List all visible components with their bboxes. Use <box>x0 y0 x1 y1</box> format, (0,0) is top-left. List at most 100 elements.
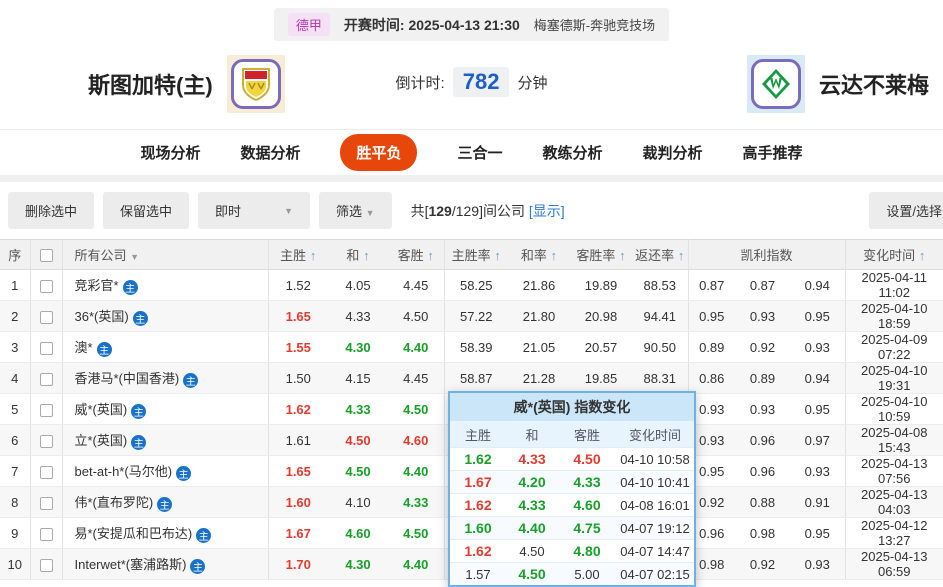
change-time: 2025-04-10 19:31 <box>845 362 943 394</box>
row-select-cell[interactable] <box>30 300 63 332</box>
row-checkbox[interactable] <box>39 465 53 479</box>
header-draw-rate[interactable]: 和率 ↑ <box>508 239 570 270</box>
draw-odds: 4.10 <box>328 486 388 518</box>
draw-rate: 21.86 <box>508 269 570 301</box>
change-time: 2025-04-11 11:02 <box>845 269 943 301</box>
draw-odds: 4.30 <box>328 548 388 580</box>
delete-selected-button[interactable]: 删除选中 <box>8 192 95 229</box>
row-checkbox[interactable] <box>39 527 53 541</box>
kelly-value: 0.98 <box>735 517 790 549</box>
tab[interactable]: 高手推荐 <box>743 142 803 163</box>
row-checkbox[interactable] <box>39 341 53 355</box>
kelly-value: 0.86 <box>688 362 735 394</box>
table-header-row: 序 所有公司 ▼ 主胜 ↑ 和 ↑ 客胜 ↑ 主胜率 ↑ 和率 ↑ 客胜率 ↑ … <box>0 239 943 270</box>
company-name[interactable]: 竞彩官* 主 <box>62 269 269 301</box>
row-index: 9 <box>0 517 31 549</box>
sort-asc-icon: ↑ <box>550 248 558 263</box>
company-name[interactable]: 澳* 主 <box>62 331 269 363</box>
popup-away-odds: 4.60 <box>573 497 601 513</box>
popup-change-time: 04-07 19:12 <box>620 520 690 536</box>
return-rate: 94.41 <box>632 300 689 332</box>
row-select-cell[interactable] <box>30 517 63 549</box>
settings-button[interactable]: 设置/选择 <box>869 192 943 229</box>
home-odds: 1.65 <box>268 300 328 332</box>
company-name[interactable]: Interwet*(塞浦路斯) 主 <box>62 548 269 580</box>
header-change-time[interactable]: 变化时间 ↑ <box>845 239 943 270</box>
away-team-name: 云达不莱梅 <box>818 73 929 98</box>
kelly-value: 0.93 <box>735 300 790 332</box>
sort-asc-icon: ↑ <box>918 248 926 263</box>
countdown-unit: 分钟 <box>517 74 548 92</box>
return-rate: 88.53 <box>632 269 689 301</box>
header-home-odds[interactable]: 主胜 ↑ <box>268 239 328 270</box>
tab[interactable]: 三合一 <box>457 142 502 163</box>
row-select-cell[interactable] <box>30 362 63 394</box>
company-name[interactable]: 36*(英国) 主 <box>62 300 269 332</box>
popup-draw-odds: 4.50 <box>518 566 546 582</box>
sort-asc-icon: ↑ <box>677 248 685 263</box>
header-away-rate[interactable]: 客胜率 ↑ <box>570 239 632 270</box>
divider-band <box>0 175 943 182</box>
home-odds: 1.61 <box>268 424 328 456</box>
tab[interactable]: 现场分析 <box>140 142 200 163</box>
show-link[interactable]: [显示] <box>529 203 565 219</box>
row-checkbox[interactable] <box>39 279 53 293</box>
company-name[interactable]: 立*(英国) 主 <box>62 424 269 456</box>
row-checkbox[interactable] <box>39 372 53 386</box>
popup-draw-odds: 4.33 <box>518 451 546 467</box>
kelly-value: 0.95 <box>790 300 846 332</box>
caret-down-icon: ▼ <box>365 208 375 218</box>
popup-change-time: 04-08 16:01 <box>620 497 690 513</box>
row-select-cell[interactable] <box>30 331 63 363</box>
row-checkbox[interactable] <box>39 558 53 572</box>
tab[interactable]: 胜平负 <box>340 134 418 171</box>
row-select-cell[interactable] <box>30 548 63 580</box>
tab[interactable]: 数据分析 <box>240 142 300 163</box>
row-checkbox[interactable] <box>39 403 53 417</box>
instant-dropdown[interactable]: 即时 ▼ <box>198 192 311 229</box>
row-select-cell[interactable] <box>30 269 63 301</box>
tab[interactable]: 裁判分析 <box>643 142 703 163</box>
filter-dropdown[interactable]: 筛选 ▼ <box>319 192 392 229</box>
row-checkbox[interactable] <box>39 310 53 324</box>
header-away-odds[interactable]: 客胜 ↑ <box>388 239 445 270</box>
header-draw-odds[interactable]: 和 ↑ <box>328 239 388 270</box>
draw-odds: 4.30 <box>328 331 388 363</box>
home-company-badge-icon: 主 <box>176 466 192 481</box>
row-checkbox[interactable] <box>39 496 53 510</box>
tab[interactable]: 教练分析 <box>543 142 603 163</box>
home-company-badge-icon: 主 <box>131 404 147 419</box>
popup-row: 1.62 4.33 4.50 04-10 10:58 <box>450 447 694 470</box>
home-company-badge-icon: 主 <box>157 497 173 512</box>
row-index: 6 <box>0 424 31 456</box>
kelly-value: 0.87 <box>735 269 790 301</box>
popup-draw-odds: 4.33 <box>518 497 546 513</box>
sort-asc-icon: ↑ <box>619 248 626 263</box>
company-name[interactable]: 伟*(直布罗陀) 主 <box>62 486 269 518</box>
kelly-value: 0.95 <box>688 300 735 332</box>
header-select-all[interactable] <box>30 239 63 270</box>
league-badge: 德甲 <box>287 13 330 36</box>
row-select-cell[interactable] <box>30 486 63 518</box>
company-name[interactable]: bet-at-h*(马尔他) 主 <box>62 455 269 487</box>
draw-odds: 4.50 <box>328 424 388 456</box>
popup-row: 1.62 4.33 4.60 04-08 16:01 <box>450 493 694 516</box>
company-name[interactable]: 香港马*(中国香港) 主 <box>62 362 269 394</box>
header-kelly: 凯利指数 <box>688 239 846 270</box>
header-company[interactable]: 所有公司 ▼ <box>62 239 269 270</box>
company-name[interactable]: 威*(英国) 主 <box>62 393 269 425</box>
header-index: 序 <box>0 239 31 270</box>
company-name[interactable]: 易*(安提瓜和巴布达) 主 <box>62 517 269 549</box>
row-select-cell[interactable] <box>30 455 63 487</box>
home-rate: 58.87 <box>444 362 508 394</box>
header-return-rate[interactable]: 返还率 ↑ <box>632 239 689 270</box>
header-home-rate[interactable]: 主胜率 ↑ <box>444 239 508 270</box>
select-all-checkbox <box>39 249 53 263</box>
row-select-cell[interactable] <box>30 424 63 456</box>
away-odds: 4.40 <box>388 455 445 487</box>
home-odds: 1.50 <box>268 362 328 394</box>
keep-selected-button[interactable]: 保留选中 <box>103 192 190 229</box>
row-select-cell[interactable] <box>30 393 63 425</box>
row-checkbox[interactable] <box>39 434 53 448</box>
kelly-value: 0.96 <box>735 424 790 456</box>
